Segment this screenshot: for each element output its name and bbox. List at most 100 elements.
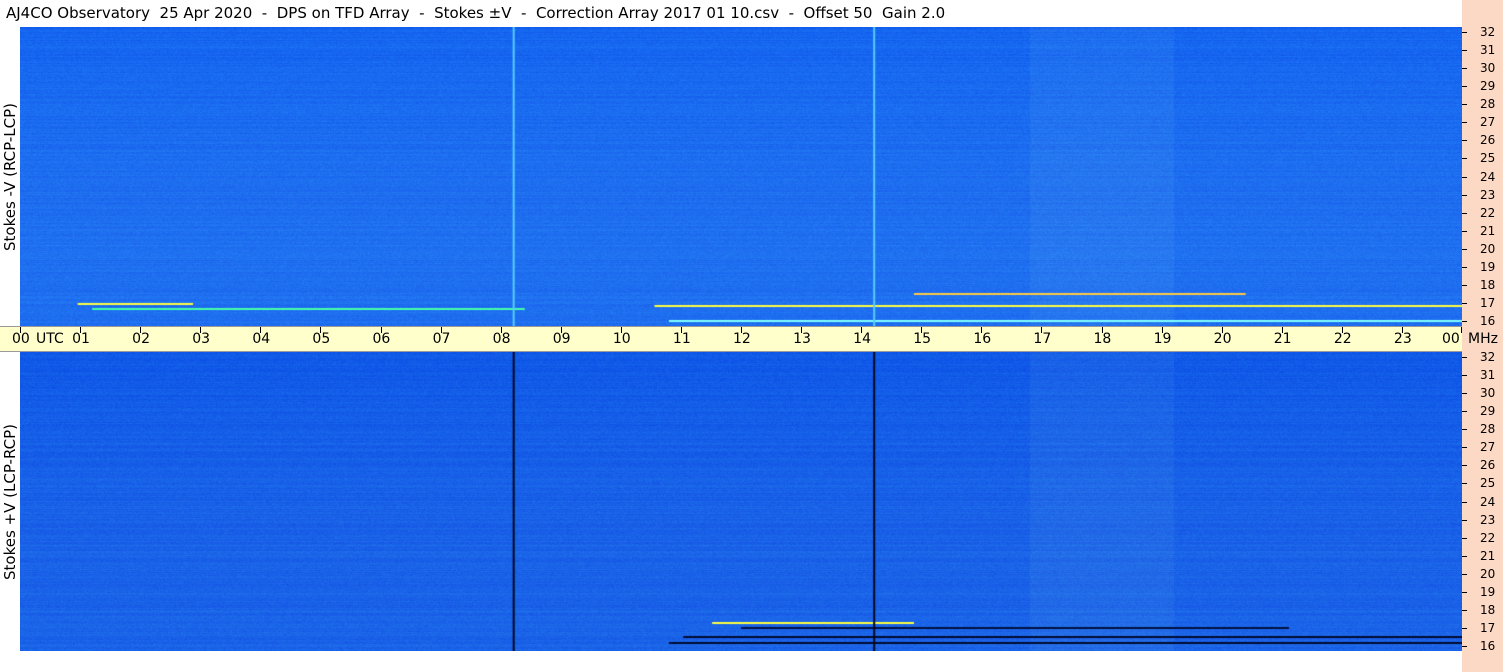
heatmap-canvas-top xyxy=(20,27,1462,326)
freq-label: 19 xyxy=(1480,584,1496,599)
utc-unit-label: UTC xyxy=(36,331,64,347)
freq-label: 23 xyxy=(1480,512,1496,527)
hour-label: 13 xyxy=(793,331,811,347)
freq-label: 28 xyxy=(1480,97,1496,112)
hour-label: 00 xyxy=(1442,331,1460,347)
freq-tick xyxy=(1462,50,1467,52)
freq-label: 22 xyxy=(1480,205,1496,220)
stokes-minus-v-spectrogram xyxy=(20,27,1462,326)
freq-tick xyxy=(1462,393,1467,395)
freq-tick xyxy=(1462,483,1467,485)
freq-label: 17 xyxy=(1480,620,1496,635)
freq-label: 28 xyxy=(1480,422,1496,437)
hour-label: 12 xyxy=(733,331,751,347)
freq-label: 22 xyxy=(1480,530,1496,545)
freq-tick xyxy=(1462,86,1467,88)
hour-label: 15 xyxy=(913,331,932,347)
freq-label: 27 xyxy=(1480,440,1496,455)
mhz-unit-label: MHz xyxy=(1468,331,1498,347)
hour-label: 03 xyxy=(192,331,211,347)
freq-label: 17 xyxy=(1480,295,1496,310)
freq-tick xyxy=(1462,465,1467,467)
freq-label: 24 xyxy=(1480,169,1496,184)
freq-tick xyxy=(1462,375,1467,377)
freq-tick xyxy=(1462,357,1467,358)
freq-label: 30 xyxy=(1480,386,1496,401)
freq-tick xyxy=(1462,302,1467,304)
freq-tick xyxy=(1462,104,1467,106)
freq-tick xyxy=(1462,140,1467,142)
freq-tick xyxy=(1462,519,1467,521)
freq-tick xyxy=(1462,266,1467,268)
freq-tick xyxy=(1462,447,1467,449)
freq-label: 18 xyxy=(1480,602,1496,617)
freq-label: 18 xyxy=(1480,277,1496,292)
freq-label: 26 xyxy=(1480,458,1496,473)
freq-tick xyxy=(1462,194,1467,196)
freq-tick xyxy=(1462,429,1467,431)
freq-tick xyxy=(1462,555,1467,557)
freq-tick xyxy=(1462,32,1467,33)
freq-label: 20 xyxy=(1480,566,1496,581)
hour-label: 05 xyxy=(312,331,331,347)
hour-label: 09 xyxy=(552,331,571,347)
freq-tick xyxy=(1462,627,1467,629)
freq-label: 25 xyxy=(1480,151,1496,166)
hour-tick xyxy=(1461,327,1462,333)
stokes-plus-v-spectrogram xyxy=(20,352,1462,651)
hour-label: 22 xyxy=(1333,331,1352,347)
hour-label: 16 xyxy=(973,331,992,347)
spectrogram-window: AJ4CO Observatory 25 Apr 2020 - DPS on T… xyxy=(0,0,1503,672)
freq-label: 27 xyxy=(1480,115,1496,130)
freq-label: 26 xyxy=(1480,133,1496,148)
freq-tick xyxy=(1462,212,1467,214)
freq-label: 32 xyxy=(1480,350,1496,364)
top-panel-ylabel: Stokes -V (RCP-LCP) xyxy=(1,103,19,251)
bottom-panel-ylabel: Stokes +V (LCP-RCP) xyxy=(1,424,19,580)
freq-tick xyxy=(1462,501,1467,503)
hour-label: 02 xyxy=(132,331,150,347)
freq-tick xyxy=(1462,248,1467,250)
utc-time-axis: 00 01 02 03 04 05 06 07 08 09 10 11 12 13 14 15 16 17 18 19… xyxy=(0,326,1498,352)
window-title: AJ4CO Observatory 25 Apr 2020 - DPS on T… xyxy=(0,0,1462,27)
freq-label: 29 xyxy=(1480,79,1496,94)
hour-label: 19 xyxy=(1153,331,1172,347)
hour-label: 06 xyxy=(372,331,391,347)
freq-tick xyxy=(1462,230,1467,232)
freq-tick xyxy=(1462,158,1467,160)
freq-tick xyxy=(1462,573,1467,575)
hour-label: 01 xyxy=(72,331,90,347)
heatmap-canvas-bottom xyxy=(20,352,1462,651)
freq-label: 29 xyxy=(1480,404,1496,419)
hour-label: 10 xyxy=(612,331,631,347)
hour-label: 07 xyxy=(432,331,451,347)
freq-tick xyxy=(1462,646,1467,647)
freq-tick xyxy=(1462,122,1467,124)
hour-label: 04 xyxy=(252,331,271,347)
freq-label: 25 xyxy=(1480,476,1496,491)
hour-label: 18 xyxy=(1093,331,1112,347)
freq-tick xyxy=(1462,591,1467,593)
freq-label: 32 xyxy=(1480,25,1496,39)
freq-label: 23 xyxy=(1480,187,1496,202)
hour-label: 00 xyxy=(12,331,30,347)
hour-label: 17 xyxy=(1033,331,1052,347)
hour-label: 11 xyxy=(672,331,691,347)
hour-label: 20 xyxy=(1213,331,1232,347)
freq-tick xyxy=(1462,284,1467,286)
freq-label: 31 xyxy=(1480,43,1496,58)
hour-label: 21 xyxy=(1273,331,1292,347)
hour-label: 08 xyxy=(492,331,511,347)
freq-label: 16 xyxy=(1480,314,1496,328)
hour-label: 14 xyxy=(853,331,871,347)
freq-tick xyxy=(1462,321,1467,322)
freq-label: 21 xyxy=(1480,548,1496,563)
hour-label: 23 xyxy=(1393,331,1412,347)
freq-label: 21 xyxy=(1480,223,1496,238)
freq-label: 20 xyxy=(1480,241,1496,256)
freq-tick xyxy=(1462,411,1467,413)
freq-label: 19 xyxy=(1480,259,1496,274)
freq-tick xyxy=(1462,68,1467,70)
freq-label: 16 xyxy=(1480,639,1496,653)
freq-tick xyxy=(1462,176,1467,178)
